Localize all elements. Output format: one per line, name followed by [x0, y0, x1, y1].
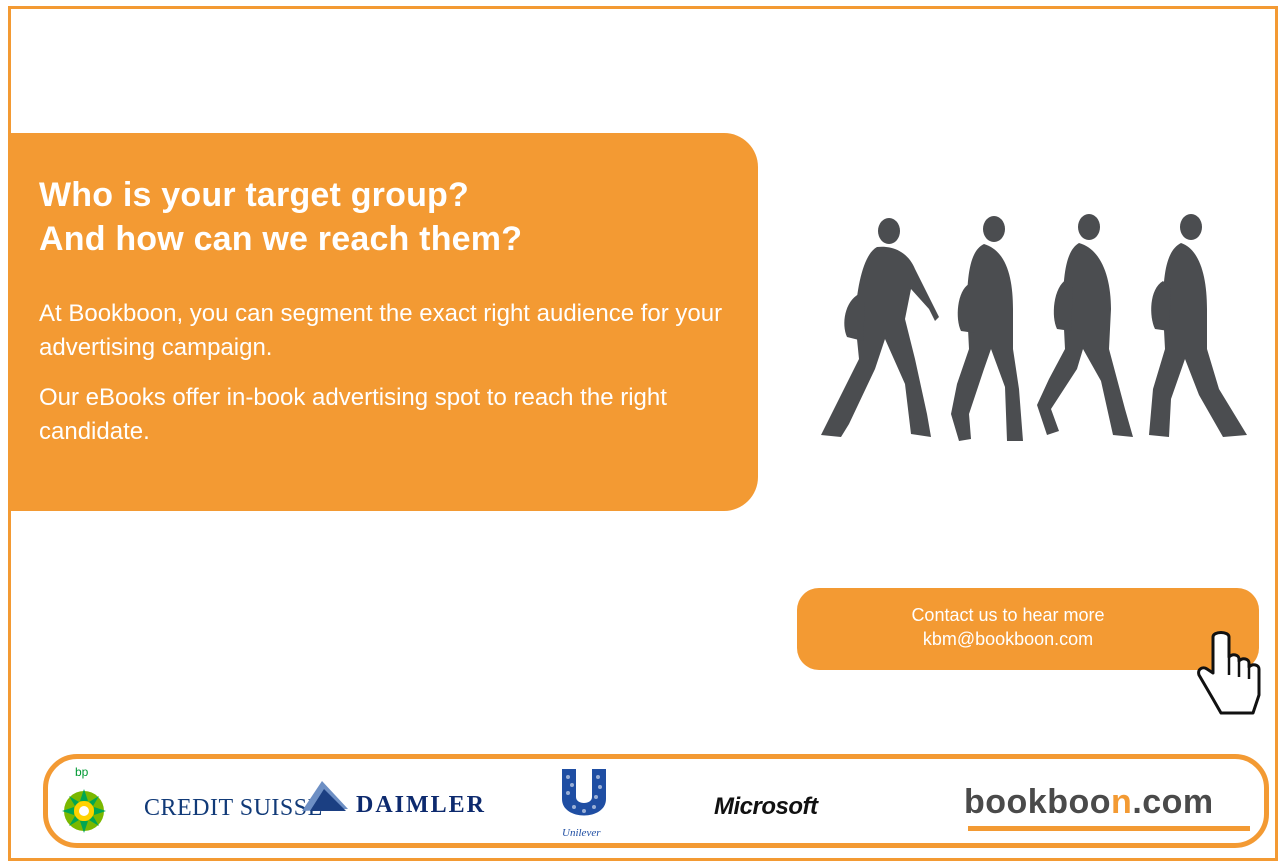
hero-panel: Who is your target group? And how can we… [11, 133, 758, 511]
daimler-logo: DAIMLER [356, 792, 487, 818]
bookboon-underline [968, 826, 1250, 831]
bookboon-logo[interactable]: bookboon.com [964, 773, 1254, 833]
contact-button-label: Contact us to hear more [911, 605, 1105, 625]
walker-silhouette [1149, 214, 1247, 437]
intro-paragraph: At Bookboon, you can segment the exact r… [39, 300, 723, 361]
credit-suisse-logo-text: CREDIT SUISSE [144, 795, 323, 821]
walker-silhouette [1037, 214, 1133, 437]
walker-silhouette [821, 218, 939, 437]
bookboon-logo-text: bookboon.com [964, 783, 1214, 822]
headline: Who is your target group? And how can we… [39, 173, 522, 261]
advertisement-frame: Who is your target group? And how can we… [8, 6, 1278, 861]
unilever-u-logo [562, 769, 606, 816]
headline-line-2: And how can we reach them? [39, 220, 523, 258]
bp-logo: bp [56, 763, 116, 843]
walker-silhouette [951, 216, 1023, 441]
credit-suisse-logo: CREDIT SUISSE [144, 781, 348, 827]
bp-logo-text: bp [75, 765, 89, 779]
sponsor-logo-bar: bp CREDIT SUISSE DAIMLER Unilever Micros… [43, 754, 1269, 848]
unilever-logo: Unilever [556, 767, 612, 847]
headline-line-1: Who is your target group? [39, 176, 469, 214]
walking-people-illustration [821, 214, 1247, 441]
unilever-logo-text: Unilever [562, 827, 601, 839]
contact-button[interactable]: Contact us to hear more kbm@bookboon.com [797, 588, 1259, 670]
pointing-hand-cursor-icon [1197, 631, 1261, 715]
offer-paragraph: Our eBooks offer in-book advertising spo… [39, 384, 667, 445]
contact-email: kbm@bookboon.com [922, 629, 1094, 649]
microsoft-logo: Microsoft [714, 793, 818, 820]
credit-suisse-sail-logo [302, 781, 348, 811]
bookboon-logo-suffix: .com [1132, 783, 1214, 821]
bookboon-logo-accent: n [1111, 783, 1133, 821]
bookboon-logo-prefix: bookboo [964, 783, 1112, 821]
